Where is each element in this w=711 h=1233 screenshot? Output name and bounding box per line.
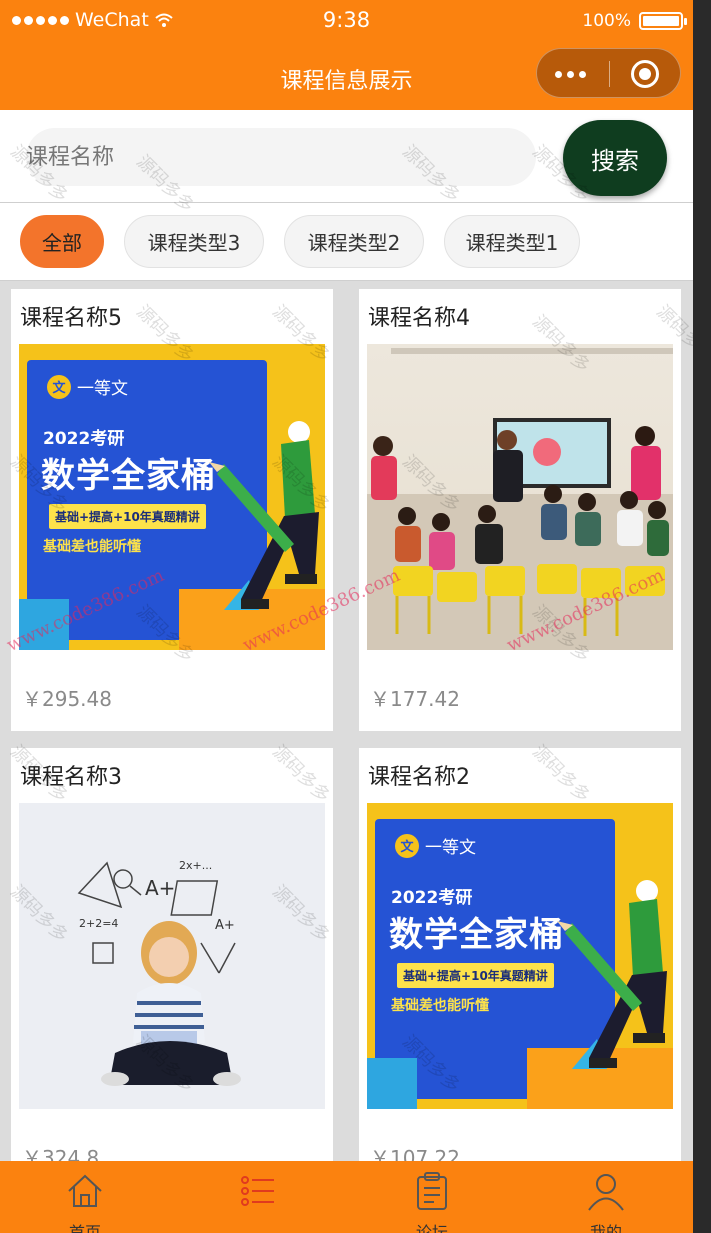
search-area: 搜索 — [0, 110, 693, 203]
poster-art: 文一等文 2022考研 数学全家桶 基础+提高+10年真题精讲 基础差也能听懂 — [19, 344, 325, 650]
course-image-math-poster[interactable]: 文一等文 2022考研 数学全家桶 基础+提高+10年真题精讲 基础差也能听懂 — [367, 803, 673, 1109]
poster-art: 文一等文 2022考研 数学全家桶 基础+提高+10年真题精讲 基础差也能听懂 — [367, 803, 673, 1109]
filter-chip-type3[interactable]: 课程类型3 — [124, 215, 264, 268]
svg-text:A+: A+ — [145, 876, 175, 900]
search-input[interactable] — [26, 128, 536, 186]
battery-icon — [639, 12, 687, 30]
phone-screen: WeChat 9:38 100% 课程信息展示 搜索 全部 课程类型3 课程类型… — [0, 0, 693, 1233]
girl-reading-photo: A+ 2+2=4 2x+... A+ — [19, 803, 325, 1109]
tab-home-label: 首页 — [68, 1223, 101, 1233]
svg-text:2+2=4: 2+2=4 — [79, 917, 118, 930]
course-image-math-poster[interactable]: 文一等文 2022考研 数学全家桶 基础+提高+10年真题精讲 基础差也能听懂 — [19, 344, 325, 650]
tab-mine[interactable]: 我的 — [556, 1161, 656, 1233]
tab-home[interactable]: 首页 — [35, 1161, 135, 1233]
capsule-divider — [609, 61, 610, 87]
tab-forum[interactable]: 论坛 — [382, 1161, 482, 1233]
poster-illustration — [19, 421, 325, 650]
clipboard-icon — [417, 1172, 447, 1210]
course-image-girl-reading-photo[interactable]: A+ 2+2=4 2x+... A+ — [19, 803, 325, 1109]
home-icon — [68, 1174, 102, 1207]
category-filter-bar: 全部 课程类型3 课程类型2 课程类型1 — [0, 203, 693, 281]
miniprogram-capsule — [536, 48, 681, 98]
filter-chip-all[interactable]: 全部 — [20, 215, 104, 268]
course-card[interactable]: 课程名称5 文一等文 2022考研 数学全家桶 基础+提高+10年真题精讲 基础… — [11, 289, 333, 731]
status-battery-group: 100% — [582, 11, 687, 31]
course-card[interactable]: 课程名称4 ￥177.42 — [359, 289, 681, 731]
more-icon[interactable] — [555, 71, 586, 78]
course-title: 课程名称5 — [20, 306, 122, 331]
status-bar: WeChat 9:38 100% — [0, 0, 693, 44]
search-button[interactable]: 搜索 — [563, 120, 667, 196]
svg-text:2x+...: 2x+... — [179, 859, 212, 872]
user-icon — [588, 1174, 624, 1211]
bottom-tab-bar: 首页 论坛 我的 — [0, 1161, 693, 1233]
tab-mine-label: 我的 — [589, 1223, 622, 1233]
poster-illustration — [367, 880, 673, 1109]
course-card[interactable]: 课程名称3 A+ 2+2=4 2x+... A+ ￥324.8 — [11, 748, 333, 1168]
course-price: ￥177.42 — [370, 687, 460, 711]
svg-text:A+: A+ — [215, 918, 235, 933]
close-miniprogram-icon[interactable] — [631, 60, 659, 88]
tab-forum-label: 论坛 — [415, 1223, 448, 1233]
filter-chip-type2[interactable]: 课程类型2 — [284, 215, 424, 268]
course-title: 课程名称4 — [368, 306, 470, 331]
course-image-classroom-photo[interactable] — [367, 344, 673, 650]
tab-courses[interactable] — [208, 1161, 308, 1233]
course-card[interactable]: 课程名称2 文一等文 2022考研 数学全家桶 基础+提高+10年真题精讲 基础… — [359, 748, 681, 1168]
battery-percent: 100% — [582, 11, 631, 31]
list-icon — [241, 1176, 274, 1206]
course-title: 课程名称2 — [368, 765, 470, 790]
filter-chip-type1[interactable]: 课程类型1 — [444, 215, 580, 268]
nav-bar: 课程信息展示 — [0, 44, 693, 110]
course-price: ￥295.48 — [22, 687, 112, 711]
classroom-photo — [367, 344, 673, 650]
window-edge — [693, 0, 711, 1233]
course-title: 课程名称3 — [20, 765, 122, 790]
